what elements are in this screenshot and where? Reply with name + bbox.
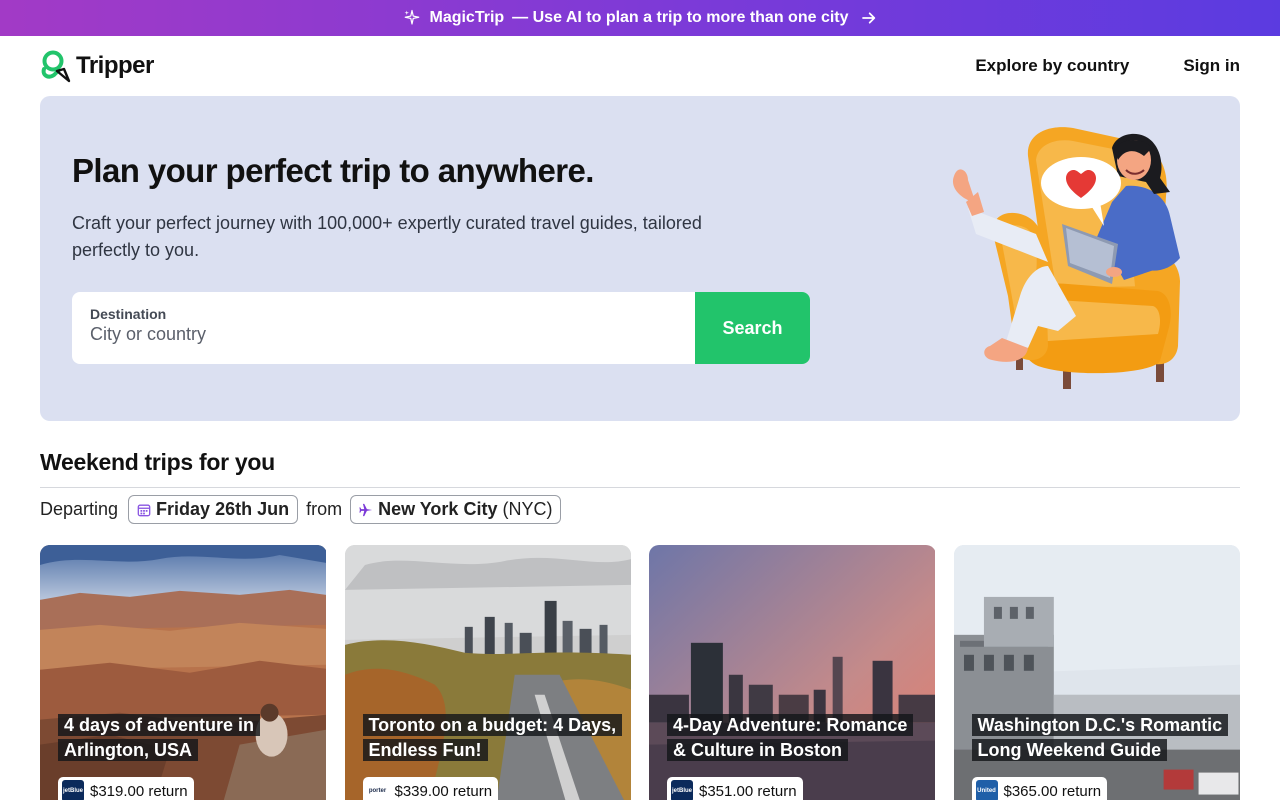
explore-by-country-link[interactable]: Explore by country	[975, 56, 1129, 76]
promo-banner[interactable]: MagicTrip — Use AI to plan a trip to mor…	[0, 0, 1280, 36]
trip-card-toronto[interactable]: Toronto on a budget: 4 Days, Endless Fun…	[344, 545, 632, 800]
trip-card-price: jetBlue $351.00 return	[667, 777, 803, 800]
promo-text: — Use AI to plan a trip to more than one…	[512, 9, 849, 26]
jetblue-logo-icon: jetBlue	[62, 780, 84, 800]
porter-logo-icon: porter	[366, 780, 389, 800]
trip-card-arlington[interactable]: 4 days of adventure in Arlington, USA je…	[40, 545, 327, 800]
departing-label: Departing	[40, 499, 119, 519]
trip-card-price: porter $339.00 return	[362, 777, 499, 800]
departure-city: New York City	[378, 499, 498, 519]
logo-text: Tripper	[76, 52, 154, 79]
sign-in-link[interactable]: Sign in	[1183, 56, 1240, 76]
jetblue-logo-icon: jetBlue	[671, 780, 693, 800]
departure-filters: Departing Friday 26th Jun from New York …	[40, 495, 562, 524]
arrow-right-icon	[861, 12, 875, 24]
trip-card-title: 4 days of adventure in Arlington, USA	[58, 713, 313, 763]
hero-subtitle: Craft your perfect journey with 100,000+…	[72, 213, 702, 260]
trip-card-washington[interactable]: Washington D.C.'s Romantic Long Weekend …	[953, 545, 1241, 800]
destination-label: Destination	[90, 306, 167, 322]
departure-date-chip[interactable]: Friday 26th Jun	[128, 495, 299, 524]
destination-field[interactable]: Destination	[72, 292, 695, 364]
site-header: Tripper Explore by country Sign in	[40, 36, 1240, 96]
woman-in-armchair-illustration	[952, 127, 1180, 389]
departure-city-code: (NYC)	[502, 499, 553, 519]
departure-date: Friday 26th Jun	[156, 499, 290, 519]
hero-section: Plan your perfect trip to anywhere. Craf…	[40, 96, 1240, 421]
calendar-icon	[137, 504, 151, 516]
search-button[interactable]: Search	[695, 292, 810, 364]
tripper-logo-icon	[41, 50, 71, 83]
trip-card-price: United $365.00 return	[971, 777, 1108, 800]
departure-city-chip[interactable]: New York City (NYC)	[350, 495, 562, 524]
united-logo-icon: United	[975, 780, 998, 800]
main-nav: Explore by country Sign in	[975, 56, 1240, 76]
plane-icon	[359, 503, 373, 516]
trip-card-title: Toronto on a budget: 4 Days, Endless Fun…	[362, 713, 623, 763]
trip-card-boston[interactable]: 4-Day Adventure: Romance & Culture in Bo…	[649, 545, 936, 800]
from-label: from	[306, 499, 343, 519]
promo-brand: MagicTrip	[429, 9, 505, 26]
price-text: $351.00 return	[699, 782, 797, 800]
trip-card-title: Washington D.C.'s Romantic Long Weekend …	[971, 713, 1229, 763]
hero-title: Plan your perfect trip to anywhere.	[72, 152, 594, 189]
destination-input[interactable]	[90, 324, 677, 345]
trip-card-title: 4-Day Adventure: Romance & Culture in Bo…	[667, 713, 922, 763]
weekend-trips-title: Weekend trips for you	[40, 449, 275, 475]
trip-card-price: jetBlue $319.00 return	[58, 777, 194, 800]
price-text: $365.00 return	[1003, 782, 1102, 800]
price-text: $319.00 return	[90, 782, 188, 800]
trip-cards: 4 days of adventure in Arlington, USA je…	[40, 545, 1240, 800]
destination-search: Destination Search	[72, 292, 810, 364]
section-divider	[40, 487, 1240, 488]
sparkle-icon	[404, 9, 420, 25]
price-text: $339.00 return	[394, 782, 493, 800]
logo[interactable]: Tripper	[40, 49, 154, 83]
